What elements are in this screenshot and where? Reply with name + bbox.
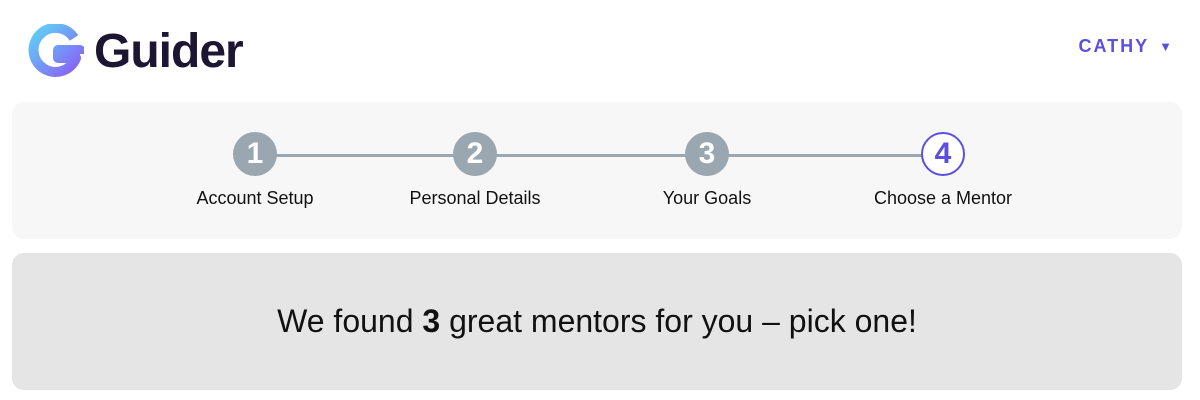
step-account-setup[interactable]: 1 Account Setup [145, 132, 365, 209]
progress-stepper: 1 Account Setup 2 Personal Details 3 You… [12, 102, 1182, 239]
mentor-results-banner: We found 3 great mentors for you – pick … [12, 253, 1182, 390]
brand-name: Guider [94, 25, 244, 78]
step-number-circle: 3 [685, 132, 729, 176]
step-number-circle: 2 [453, 132, 497, 176]
banner-prefix: We found [277, 303, 423, 339]
brand-logo[interactable]: Guider [28, 24, 244, 80]
user-name: CATHY [1078, 36, 1150, 56]
step-personal-details[interactable]: 2 Personal Details [365, 132, 585, 209]
step-number-circle-active: 4 [921, 132, 965, 176]
step-label: Choose a Mentor [873, 188, 1013, 208]
mentor-count: 3 [422, 303, 441, 339]
banner-message: We found 3 great mentors for you – pick … [277, 303, 917, 340]
guider-g-logo-icon [28, 24, 84, 77]
step-number-circle: 1 [233, 132, 277, 176]
step-label: Account Setup [196, 188, 314, 208]
header: Guider CATHY ▼ [0, 0, 1200, 100]
banner-suffix: great mentors for you – pick one! [440, 303, 917, 339]
step-label: Your Goals [662, 188, 752, 208]
step-choose-mentor[interactable]: 4 Choose a Mentor [833, 132, 1053, 209]
chevron-down-icon: ▼ [1159, 39, 1172, 54]
step-your-goals[interactable]: 3 Your Goals [597, 132, 817, 209]
user-menu-button[interactable]: CATHY ▼ [1078, 36, 1172, 57]
step-label: Personal Details [409, 188, 541, 208]
